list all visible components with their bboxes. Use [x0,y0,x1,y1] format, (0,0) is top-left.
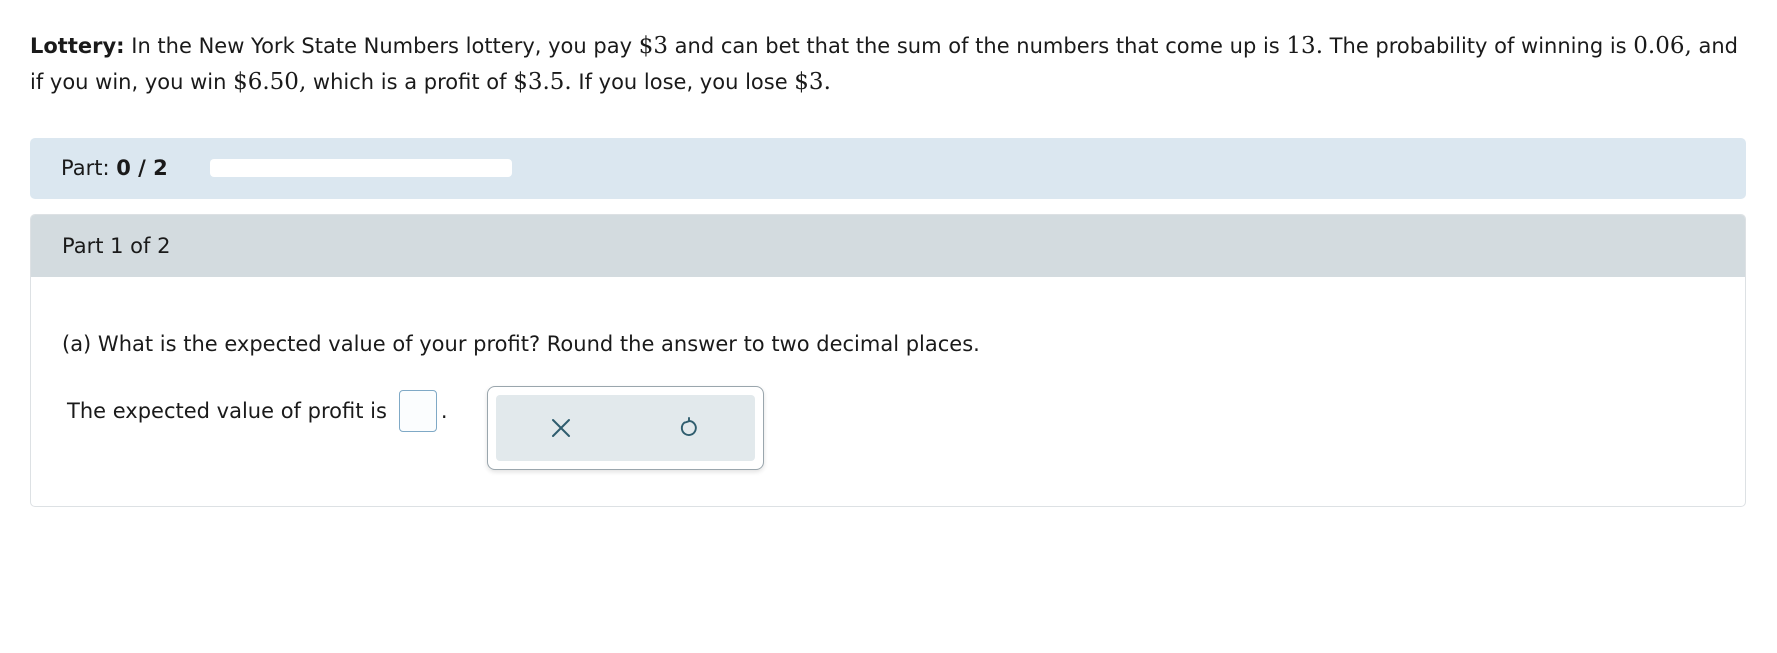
part-card: Part 1 of 2 (a) What is the expected val… [30,214,1746,507]
problem-text-3: The probability of winning is [1323,34,1634,58]
problem-text-6: If you lose, you lose [571,70,795,94]
math-probability: 0.06, [1633,33,1692,59]
progress-value: 0 / 2 [116,156,168,180]
part-progress-bar: Part: 0 / 2 [30,138,1746,199]
undo-icon [680,417,697,436]
progress-label: Part: 0 / 2 [61,155,168,181]
problem-label: Lottery: [30,34,125,58]
problem-text-2: and can bet that the sum of the numbers … [667,34,1287,58]
progress-label-text: Part: [61,156,117,180]
progress-track [210,159,512,177]
answer-input[interactable] [398,390,437,432]
question-text: (a) What is the expected value of your p… [62,332,980,356]
close-icon [552,419,570,437]
clear-button[interactable] [546,413,576,443]
math-cost: $3 [638,33,668,59]
answer-prefix: The expected value of profit is [67,399,387,423]
problem-text-5: which is a profit of [306,70,514,94]
problem-statement: Lottery: In the New York State Numbers l… [30,28,1750,100]
part-header: Part 1 of 2 [31,215,1745,277]
toolbox-inner [496,395,755,461]
math-profit: $3.5. [513,69,572,95]
math-sum: 13. [1286,33,1323,59]
undo-button[interactable] [674,413,704,443]
answer-toolbox [487,386,764,470]
answer-line: The expected value of profit is . [67,389,448,433]
answer-suffix: . [440,399,448,423]
problem-text-1: In the New York State Numbers lottery, y… [124,34,639,58]
math-winnings: $6.50, [233,69,307,95]
math-loss: $3. [794,69,831,95]
